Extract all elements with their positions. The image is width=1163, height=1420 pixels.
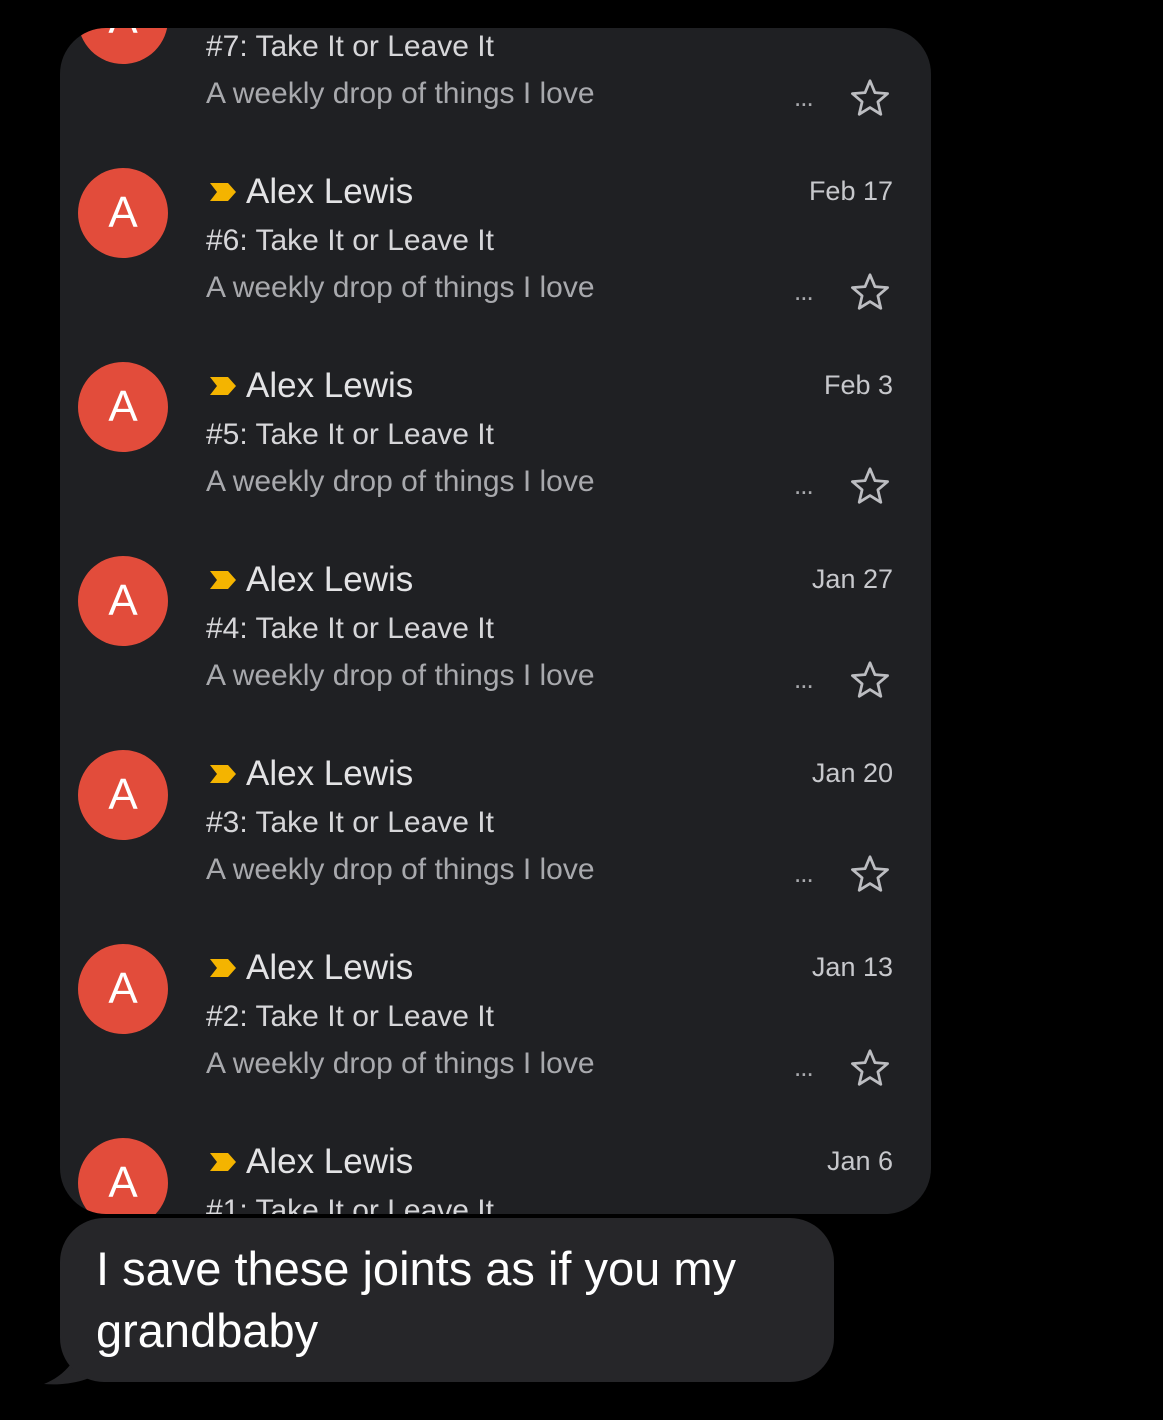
importance-marker-icon: [210, 1153, 236, 1171]
email-row[interactable]: A Alex Lewis Feb 3 #5: Take It or Leave It A…: [60, 222, 931, 504]
importance-marker-icon: [210, 765, 236, 783]
email-date: Jan 6: [826, 1146, 893, 1176]
email-date: Jan 27: [811, 564, 893, 594]
email-row[interactable]: A Alex Lewis Jan 6 #1: Take It or Leave It: [60, 998, 931, 1214]
email-date: Feb 3: [823, 370, 893, 400]
email-subject: #1: Take It or Leave It: [206, 1194, 494, 1214]
sender-name: Alex Lewis: [246, 172, 414, 211]
email-row[interactable]: A Alex Lewis Jan 13 #2: Take It or Leave It…: [60, 804, 931, 1086]
sender-name: Alex Lewis: [246, 366, 414, 405]
sender-name: Alex Lewis: [246, 948, 414, 987]
email-date: Jan 13: [811, 952, 893, 982]
email-screenshot-image[interactable]: A#7: Take It or Leave ItA weekly drop of…: [60, 28, 931, 1214]
email-date: Feb 17: [808, 176, 893, 206]
sender-line: Alex Lewis: [208, 170, 413, 214]
email-row[interactable]: A Alex Lewis Jan 27 #4: Take It or Leave It…: [60, 416, 931, 698]
sender-avatar: A: [78, 1138, 168, 1214]
sender-line: Alex Lewis: [208, 946, 413, 990]
message-text: I save these joints as if you my grandba…: [96, 1242, 737, 1357]
email-date: Jan 20: [811, 758, 893, 788]
sender-line: Alex Lewis: [208, 1140, 413, 1184]
importance-marker-icon: [210, 183, 236, 201]
sender-name: Alex Lewis: [246, 754, 414, 793]
sender-line: Alex Lewis: [208, 558, 413, 602]
importance-marker-icon: [210, 959, 236, 977]
sender-line: Alex Lewis: [208, 364, 413, 408]
email-row[interactable]: A Alex Lewis Jan 20 #3: Take It or Leave It…: [60, 610, 931, 892]
sender-name: Alex Lewis: [246, 1142, 414, 1181]
sender-line: Alex Lewis: [208, 752, 413, 796]
sender-name: Alex Lewis: [246, 560, 414, 599]
importance-marker-icon: [210, 377, 236, 395]
importance-marker-icon: [210, 571, 236, 589]
email-list: A#7: Take It or Leave ItA weekly drop of…: [60, 28, 931, 1214]
email-row[interactable]: A Alex Lewis Feb 17 #6: Take It or Leave It…: [60, 28, 931, 310]
